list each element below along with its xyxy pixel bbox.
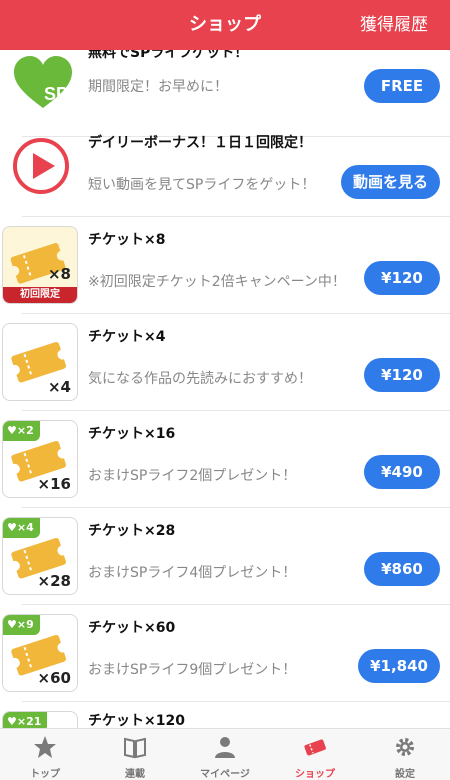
ticket-qty: ×28 [37, 572, 71, 590]
tab-settings[interactable]: 設定 [360, 729, 450, 780]
ticket-thumb: ♥×4 ×28 [2, 517, 78, 595]
tab-shop[interactable]: ショップ [270, 729, 360, 780]
ticket-thumb: ♥×21 [2, 711, 78, 728]
sp-heart-icon: ♥ [7, 618, 17, 631]
ticket-icon [304, 739, 326, 756]
play-icon [12, 137, 70, 195]
item-title: デイリーボーナス！１日１回限定！ [88, 135, 312, 151]
item-desc: 短い動画を見てSPライフをゲット！ [88, 177, 316, 193]
item-title: チケット×120 [88, 713, 185, 728]
item-title: 無料でSPライフゲット！ [88, 50, 249, 61]
history-link[interactable]: 獲得履歴 [360, 0, 428, 50]
tab-mypage[interactable]: マイページ [180, 729, 270, 780]
list-item: ♥×4 ×28 チケット×28 おまけSPライフ4個プレゼント！ ¥860 [0, 508, 450, 605]
item-title: チケット×60 [88, 620, 176, 636]
item-desc: ※初回限定チケット2倍キャンペーン中！ [88, 274, 346, 290]
list-item: ♥×21 チケット×120 [0, 702, 450, 728]
watch-video-button[interactable]: 動画を見る [340, 165, 440, 199]
sp-bonus-badge: ♥×9 [3, 615, 40, 635]
list-item: ♥×2 ×16 チケット×16 おまけSPライフ2個プレゼント！ ¥490 [0, 411, 450, 508]
ticket-thumb: ×4 [2, 323, 78, 401]
list-item: デイリーボーナス！１日１回限定！ 短い動画を見てSPライフをゲット！ 動画を見る [0, 120, 450, 217]
sp-heart-icon: SP [12, 52, 74, 114]
item-desc: 気になる作品の先読みにおすすめ！ [88, 371, 312, 387]
first-time-badge: 初回限定 [3, 287, 77, 303]
sp-heart-icon: ♥ [7, 521, 17, 534]
tab-top[interactable]: トップ [0, 729, 90, 780]
ticket-thumb: ♥×2 ×16 [2, 420, 78, 498]
tab-label: トップ [30, 769, 60, 780]
item-title: チケット×28 [88, 523, 176, 539]
item-title: チケット×16 [88, 426, 176, 442]
ticket-thumb: ×8 初回限定 [2, 226, 78, 304]
buy-button[interactable]: ¥120 [364, 358, 440, 392]
app-header: ショップ 獲得履歴 [0, 0, 450, 50]
item-title: チケット×4 [88, 329, 166, 345]
tab-bar: トップ 連載 マイページ ショップ 設定 [0, 728, 450, 780]
sp-heart-icon: ♥ [7, 715, 17, 728]
item-desc: おまけSPライフ2個プレゼント！ [88, 468, 297, 484]
svg-text:SP: SP [44, 84, 68, 104]
buy-button[interactable]: ¥490 [364, 455, 440, 489]
tab-series[interactable]: 連載 [90, 729, 180, 780]
ticket-qty: ×60 [37, 669, 71, 687]
sp-bonus-badge: ♥×4 [3, 518, 40, 538]
gear-icon [396, 738, 414, 756]
item-desc: おまけSPライフ9個プレゼント！ [88, 662, 297, 678]
shop-list[interactable]: SP 無料でSPライフゲット！ 期間限定！お早めに！ FREE デイリーボーナス… [0, 50, 450, 728]
sp-bonus-badge: ♥×2 [3, 421, 40, 441]
tab-label: 設定 [395, 769, 415, 780]
list-item: ♥×9 ×60 チケット×60 おまけSPライフ9個プレゼント！ ¥1,840 [0, 605, 450, 702]
star-icon [34, 736, 56, 758]
tab-label: ショップ [295, 769, 335, 780]
free-button[interactable]: FREE [364, 69, 440, 103]
item-desc: 期間限定！お早めに！ [88, 79, 228, 95]
list-item: ×8 初回限定 チケット×8 ※初回限定チケット2倍キャンペーン中！ ¥120 [0, 217, 450, 314]
sp-bonus-badge: ♥×21 [3, 712, 48, 728]
buy-button[interactable]: ¥860 [364, 552, 440, 586]
book-icon [124, 737, 146, 759]
person-icon [215, 737, 235, 758]
item-desc: おまけSPライフ4個プレゼント！ [88, 565, 297, 581]
buy-button[interactable]: ¥120 [364, 261, 440, 295]
list-item: ×4 チケット×4 気になる作品の先読みにおすすめ！ ¥120 [0, 314, 450, 411]
tab-label: マイページ [200, 769, 250, 780]
ticket-qty: ×8 [47, 265, 71, 283]
buy-button[interactable]: ¥1,840 [358, 649, 440, 683]
ticket-qty: ×16 [37, 475, 71, 493]
ticket-qty: ×4 [47, 378, 71, 396]
item-title: チケット×8 [88, 232, 166, 248]
sp-heart-icon: ♥ [7, 424, 17, 437]
tab-label: 連載 [125, 769, 145, 780]
ticket-thumb: ♥×9 ×60 [2, 614, 78, 692]
